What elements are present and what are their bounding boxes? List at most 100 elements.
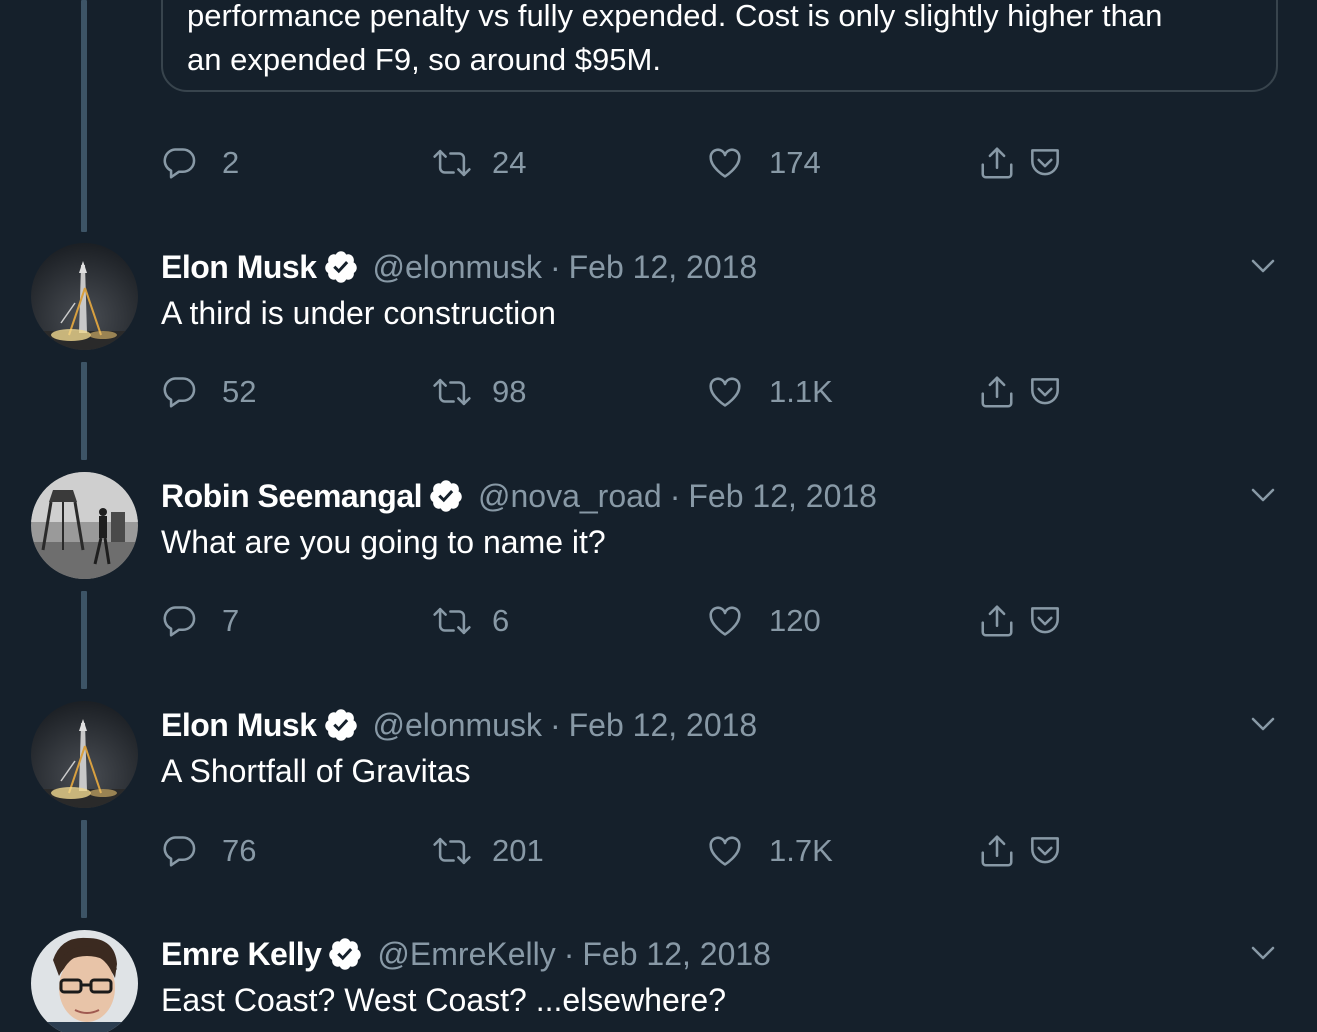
tweet-actions: 52 98 1.1K bbox=[160, 368, 1080, 416]
heart-icon bbox=[709, 377, 741, 407]
avatar[interactable] bbox=[31, 243, 138, 350]
tweet-text: East Coast? West Coast? ...elsewhere? bbox=[161, 982, 727, 1018]
tweet-actions: 2 24 174 bbox=[160, 139, 1080, 187]
display-name[interactable]: Emre Kelly bbox=[161, 936, 322, 973]
like-button[interactable]: 174 bbox=[705, 139, 821, 187]
quoted-tweet-line: performance penalty vs fully expended. C… bbox=[187, 0, 1163, 33]
tweet[interactable]: Robin Seemangal @nova_road · Feb 12, 201… bbox=[0, 472, 1317, 592]
share-icon bbox=[981, 605, 1013, 637]
display-name[interactable]: Elon Musk bbox=[161, 707, 317, 744]
tweet-header: Emre Kelly @EmreKelly · Feb 12, 2018 bbox=[161, 930, 771, 978]
retweet-icon bbox=[433, 607, 471, 635]
reply-count: 2 bbox=[222, 145, 240, 180]
verified-badge-icon bbox=[430, 480, 462, 512]
pocket-icon bbox=[1031, 378, 1059, 405]
reply-button[interactable]: 76 bbox=[160, 827, 256, 875]
share-button[interactable] bbox=[978, 139, 1016, 187]
reply-count: 7 bbox=[222, 603, 240, 638]
quoted-tweet-card[interactable]: performance penalty vs fully expended. C… bbox=[161, 0, 1278, 92]
share-button[interactable] bbox=[978, 368, 1016, 416]
tweet-actions: 7 6 120 bbox=[160, 597, 1080, 645]
reply-button[interactable]: 7 bbox=[160, 597, 239, 645]
separator: · bbox=[563, 935, 575, 972]
thread-line bbox=[81, 0, 87, 232]
share-button[interactable] bbox=[978, 827, 1016, 875]
quoted-tweet-line: an expended F9, so around $95M. bbox=[187, 42, 661, 77]
reply-icon bbox=[163, 377, 196, 408]
pocket-icon bbox=[1031, 837, 1059, 864]
retweet-count: 201 bbox=[492, 833, 544, 868]
verified-badge-icon bbox=[329, 938, 362, 970]
timestamp[interactable]: Feb 12, 2018 bbox=[569, 249, 758, 286]
retweet-button[interactable]: 6 bbox=[430, 597, 509, 645]
pocket-button[interactable] bbox=[1026, 597, 1064, 645]
retweet-icon bbox=[433, 378, 471, 406]
handle[interactable]: @EmreKelly bbox=[377, 936, 555, 973]
like-button[interactable]: 120 bbox=[705, 597, 821, 645]
pocket-button[interactable] bbox=[1026, 368, 1064, 416]
separator: · bbox=[549, 706, 561, 743]
retweet-button[interactable]: 24 bbox=[430, 139, 526, 187]
reply-icon bbox=[163, 836, 196, 867]
share-button[interactable] bbox=[978, 597, 1016, 645]
retweet-count: 98 bbox=[492, 374, 527, 409]
heart-icon bbox=[709, 836, 741, 866]
tweet-header: Elon Musk @elonmusk · Feb 12, 2018 bbox=[161, 701, 757, 749]
tweet-text: A third is under construction bbox=[161, 295, 556, 331]
pocket-icon bbox=[1031, 149, 1059, 176]
like-button[interactable]: 1.1K bbox=[705, 368, 833, 416]
like-count: 120 bbox=[769, 603, 821, 638]
heart-icon bbox=[709, 148, 741, 178]
reply-count: 76 bbox=[222, 833, 257, 868]
chevron-down-icon[interactable] bbox=[1248, 709, 1278, 739]
tweet-header: Robin Seemangal @nova_road · Feb 12, 201… bbox=[161, 472, 877, 520]
display-name[interactable]: Elon Musk bbox=[161, 249, 317, 286]
reply-count: 52 bbox=[222, 374, 257, 409]
pocket-icon bbox=[1031, 607, 1059, 634]
verified-badge-icon bbox=[324, 709, 357, 741]
tweet[interactable]: Emre Kelly @EmreKelly · Feb 12, 2018 Eas… bbox=[0, 930, 1317, 1032]
avatar[interactable] bbox=[31, 930, 138, 1032]
tweet[interactable]: Elon Musk @elonmusk · Feb 12, 2018 A Sho… bbox=[0, 701, 1317, 821]
tweet-text: A Shortfall of Gravitas bbox=[161, 753, 471, 789]
retweet-button[interactable]: 201 bbox=[430, 827, 544, 875]
share-icon bbox=[981, 376, 1013, 408]
like-count: 1.7K bbox=[769, 833, 833, 868]
reply-icon bbox=[163, 148, 196, 179]
tweet-text: What are you going to name it? bbox=[161, 524, 606, 560]
retweet-icon bbox=[433, 837, 471, 865]
timestamp[interactable]: Feb 12, 2018 bbox=[569, 707, 758, 744]
pocket-button[interactable] bbox=[1026, 827, 1064, 875]
thread-line bbox=[81, 591, 87, 689]
timestamp[interactable]: Feb 12, 2018 bbox=[688, 478, 877, 515]
separator: · bbox=[549, 248, 561, 285]
tweet-thread: performance penalty vs fully expended. C… bbox=[0, 0, 1317, 1032]
retweet-icon bbox=[433, 149, 471, 177]
reply-button[interactable]: 52 bbox=[160, 368, 256, 416]
like-count: 1.1K bbox=[769, 374, 833, 409]
verified-badge-icon bbox=[324, 251, 357, 283]
thread-line bbox=[81, 362, 87, 460]
handle[interactable]: @elonmusk bbox=[373, 249, 542, 286]
chevron-down-icon[interactable] bbox=[1248, 251, 1278, 281]
reply-icon bbox=[163, 606, 196, 637]
heart-icon bbox=[709, 606, 741, 636]
avatar[interactable] bbox=[31, 472, 138, 579]
retweet-count: 6 bbox=[492, 603, 510, 638]
handle[interactable]: @elonmusk bbox=[373, 707, 542, 744]
tweet[interactable]: Elon Musk @elonmusk · Feb 12, 2018 A thi… bbox=[0, 243, 1317, 363]
avatar[interactable] bbox=[31, 701, 138, 808]
tweet-header: Elon Musk @elonmusk · Feb 12, 2018 bbox=[161, 243, 757, 291]
handle[interactable]: @nova_road bbox=[478, 478, 662, 515]
reply-button[interactable]: 2 bbox=[160, 139, 239, 187]
pocket-button[interactable] bbox=[1026, 139, 1064, 187]
timestamp[interactable]: Feb 12, 2018 bbox=[582, 936, 771, 973]
quoted-tweet-text: performance penalty vs fully expended. C… bbox=[187, 0, 1236, 82]
retweet-button[interactable]: 98 bbox=[430, 368, 526, 416]
thread-line bbox=[81, 820, 87, 918]
share-icon bbox=[981, 147, 1013, 179]
chevron-down-icon[interactable] bbox=[1248, 480, 1278, 510]
like-button[interactable]: 1.7K bbox=[705, 827, 833, 875]
chevron-down-icon[interactable] bbox=[1248, 938, 1278, 968]
display-name[interactable]: Robin Seemangal bbox=[161, 478, 423, 515]
